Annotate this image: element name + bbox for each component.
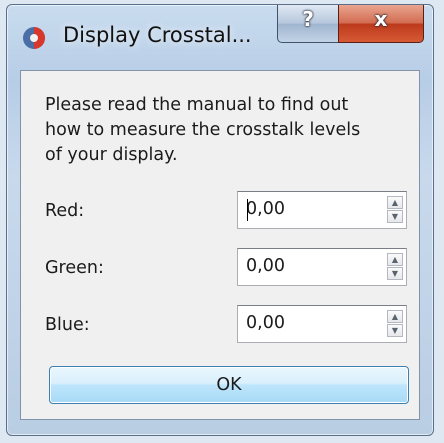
red-spinbox[interactable]: 0,00 ▲ ▼ [237, 191, 407, 229]
close-button[interactable]: x [338, 5, 424, 43]
ok-button[interactable]: OK [49, 366, 409, 404]
blue-label: Blue: [45, 315, 90, 335]
blue-increment-icon[interactable]: ▲ [387, 310, 403, 323]
red-spin-arrows[interactable]: ▲ ▼ [387, 196, 403, 224]
app-icon [23, 27, 45, 49]
window-title: Display Crosstal... [63, 23, 252, 47]
red-increment-icon[interactable]: ▲ [387, 196, 403, 209]
green-value[interactable]: 0,00 [246, 256, 285, 276]
red-value[interactable]: 0,00 [246, 199, 285, 219]
help-button[interactable]: ? [277, 5, 339, 43]
screenshot-frame: Display Crosstal... ? x Please read the … [0, 0, 444, 443]
text-caret [247, 199, 248, 221]
blue-spin-arrows[interactable]: ▲ ▼ [387, 310, 403, 338]
instruction-text: Please read the manual to find out how t… [45, 95, 361, 165]
ok-button-label: OK [216, 375, 242, 395]
blue-spinbox[interactable]: 0,00 ▲ ▼ [237, 305, 407, 343]
dialog-body: Please read the manual to find out how t… [20, 70, 420, 420]
green-label: Green: [45, 258, 104, 278]
title-bar[interactable]: Display Crosstal... ? x [7, 5, 433, 69]
green-spinbox[interactable]: 0,00 ▲ ▼ [237, 248, 407, 286]
green-spin-arrows[interactable]: ▲ ▼ [387, 253, 403, 281]
red-decrement-icon[interactable]: ▼ [387, 210, 403, 223]
blue-value[interactable]: 0,00 [246, 313, 285, 333]
blue-decrement-icon[interactable]: ▼ [387, 324, 403, 337]
help-icon: ? [302, 7, 314, 31]
green-decrement-icon[interactable]: ▼ [387, 267, 403, 280]
green-increment-icon[interactable]: ▲ [387, 253, 403, 266]
red-label: Red: [45, 201, 85, 221]
close-icon: x [374, 7, 388, 31]
